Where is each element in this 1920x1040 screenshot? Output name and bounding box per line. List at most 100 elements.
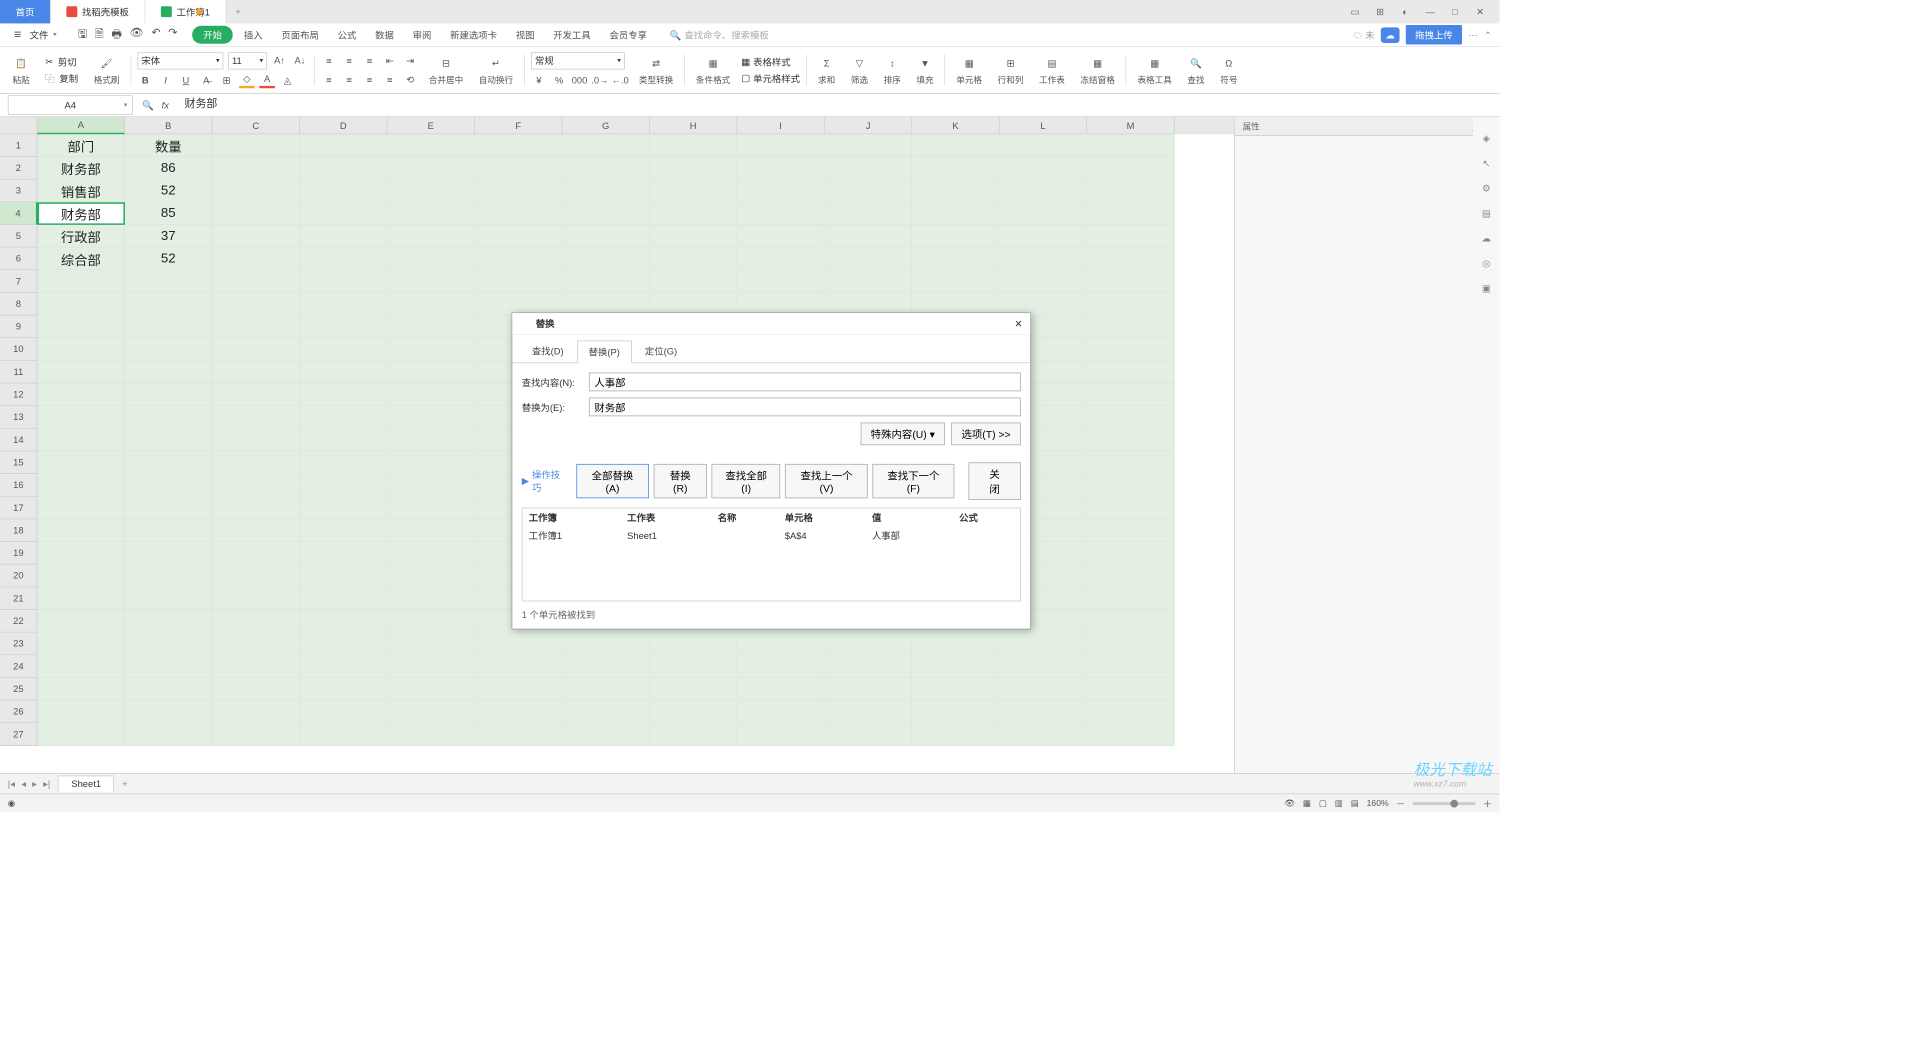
cell[interactable] — [125, 610, 212, 633]
dec-dec-icon[interactable]: ←.0 — [612, 72, 628, 88]
cell[interactable] — [212, 474, 299, 497]
cell[interactable] — [300, 248, 387, 271]
row-header[interactable]: 2 — [0, 157, 37, 180]
cell[interactable] — [37, 474, 124, 497]
find-prev-button[interactable]: 查找上一个(V) — [785, 464, 867, 498]
cell[interactable] — [300, 519, 387, 542]
cell[interactable] — [37, 701, 124, 724]
sum-icon[interactable]: Σ — [818, 54, 835, 71]
cell[interactable] — [125, 451, 212, 474]
typeconv-icon[interactable]: ⇄ — [647, 54, 664, 71]
cell[interactable] — [1087, 429, 1174, 452]
cell[interactable] — [212, 633, 299, 656]
col-header[interactable]: J — [825, 117, 912, 134]
cell[interactable] — [212, 451, 299, 474]
cell[interactable] — [1000, 678, 1087, 701]
cell[interactable] — [1087, 293, 1174, 316]
align-left-icon[interactable]: ≡ — [321, 71, 337, 87]
view-normal-icon[interactable]: ▢ — [1319, 798, 1327, 808]
row-header[interactable]: 13 — [0, 406, 37, 429]
cell[interactable] — [300, 497, 387, 520]
cell[interactable] — [1087, 701, 1174, 724]
cell[interactable] — [37, 293, 124, 316]
cell[interactable] — [125, 633, 212, 656]
row-header[interactable]: 20 — [0, 565, 37, 588]
row-header[interactable]: 25 — [0, 678, 37, 701]
cell[interactable] — [300, 338, 387, 361]
cell[interactable]: 52 — [125, 180, 212, 203]
cell[interactable] — [387, 542, 474, 565]
bold-icon[interactable]: B — [137, 72, 153, 88]
clear-format-icon[interactable]: ◬ — [280, 72, 296, 88]
cell[interactable] — [212, 134, 299, 157]
col-header[interactable]: M — [1087, 117, 1174, 134]
file-menu[interactable]: 文件▾ — [8, 28, 63, 42]
minimize-button[interactable]: — — [1418, 4, 1441, 20]
cloud-sync-icon[interactable]: ☁ — [1381, 27, 1400, 43]
row-header[interactable]: 23 — [0, 633, 37, 656]
row-header[interactable]: 8 — [0, 293, 37, 316]
cell[interactable] — [650, 633, 737, 656]
cut-icon[interactable]: ✂ — [45, 56, 53, 67]
row-header[interactable]: 5 — [0, 225, 37, 248]
cell[interactable] — [300, 316, 387, 339]
cell[interactable] — [212, 316, 299, 339]
cell[interactable] — [37, 565, 124, 588]
cell[interactable] — [37, 542, 124, 565]
collapse-ribbon-icon[interactable]: ⌃ — [1484, 29, 1492, 40]
cell[interactable] — [300, 429, 387, 452]
tab-member[interactable]: 会员专享 — [602, 25, 655, 45]
cell[interactable] — [1087, 248, 1174, 271]
cell[interactable] — [1087, 383, 1174, 406]
cell[interactable] — [912, 157, 999, 180]
cell[interactable] — [1000, 270, 1087, 293]
cell[interactable] — [825, 202, 912, 225]
cell[interactable] — [300, 180, 387, 203]
cell[interactable] — [825, 270, 912, 293]
cell[interactable] — [650, 678, 737, 701]
cell[interactable] — [37, 361, 124, 384]
italic-icon[interactable]: I — [158, 72, 174, 88]
rowscols-icon[interactable]: ⊞ — [1002, 54, 1019, 71]
col-header[interactable]: F — [475, 117, 562, 134]
cell[interactable] — [475, 225, 562, 248]
font-size-select[interactable]: 11▾ — [228, 52, 267, 69]
row-header[interactable]: 18 — [0, 519, 37, 542]
cell[interactable] — [650, 723, 737, 746]
cell[interactable] — [912, 723, 999, 746]
replace-all-button[interactable]: 全部替换(A) — [576, 464, 649, 498]
cell[interactable] — [300, 157, 387, 180]
tab-workbook[interactable]: 工作簿1 — [145, 0, 226, 23]
saveas-icon[interactable]: 🗎 — [95, 25, 104, 44]
cell[interactable] — [212, 655, 299, 678]
paste-icon[interactable]: 📋 — [12, 54, 29, 71]
maximize-button[interactable]: □ — [1443, 4, 1466, 20]
align-bot-icon[interactable]: ≡ — [362, 53, 378, 69]
cell[interactable] — [475, 248, 562, 271]
cell[interactable] — [300, 202, 387, 225]
print-icon[interactable]: 🖶 — [111, 25, 121, 44]
cell[interactable] — [737, 678, 824, 701]
cell[interactable] — [212, 519, 299, 542]
zoom-out-icon[interactable]: － — [1396, 797, 1405, 809]
row-header[interactable]: 11 — [0, 361, 37, 384]
cell[interactable] — [212, 406, 299, 429]
cell[interactable] — [387, 474, 474, 497]
cell[interactable] — [475, 723, 562, 746]
record-macro-icon[interactable]: ◉ — [8, 798, 16, 808]
select-all-corner[interactable] — [0, 117, 37, 134]
wrap-icon[interactable]: ↵ — [487, 54, 504, 71]
cell[interactable] — [37, 655, 124, 678]
cell[interactable] — [1000, 202, 1087, 225]
copy-icon[interactable]: ⿻ — [45, 71, 54, 84]
align-mid-icon[interactable]: ≡ — [341, 53, 357, 69]
cell[interactable] — [300, 610, 387, 633]
cell[interactable] — [212, 202, 299, 225]
cell[interactable] — [300, 723, 387, 746]
tab-custom[interactable]: 新建选项卡 — [442, 25, 504, 45]
cancel-fx-icon[interactable]: 🔍 — [142, 100, 154, 111]
cell[interactable] — [300, 383, 387, 406]
formula-input[interactable]: 财务部 — [178, 95, 1499, 115]
cell[interactable] — [562, 225, 649, 248]
last-sheet-icon[interactable]: ▸| — [43, 778, 50, 789]
